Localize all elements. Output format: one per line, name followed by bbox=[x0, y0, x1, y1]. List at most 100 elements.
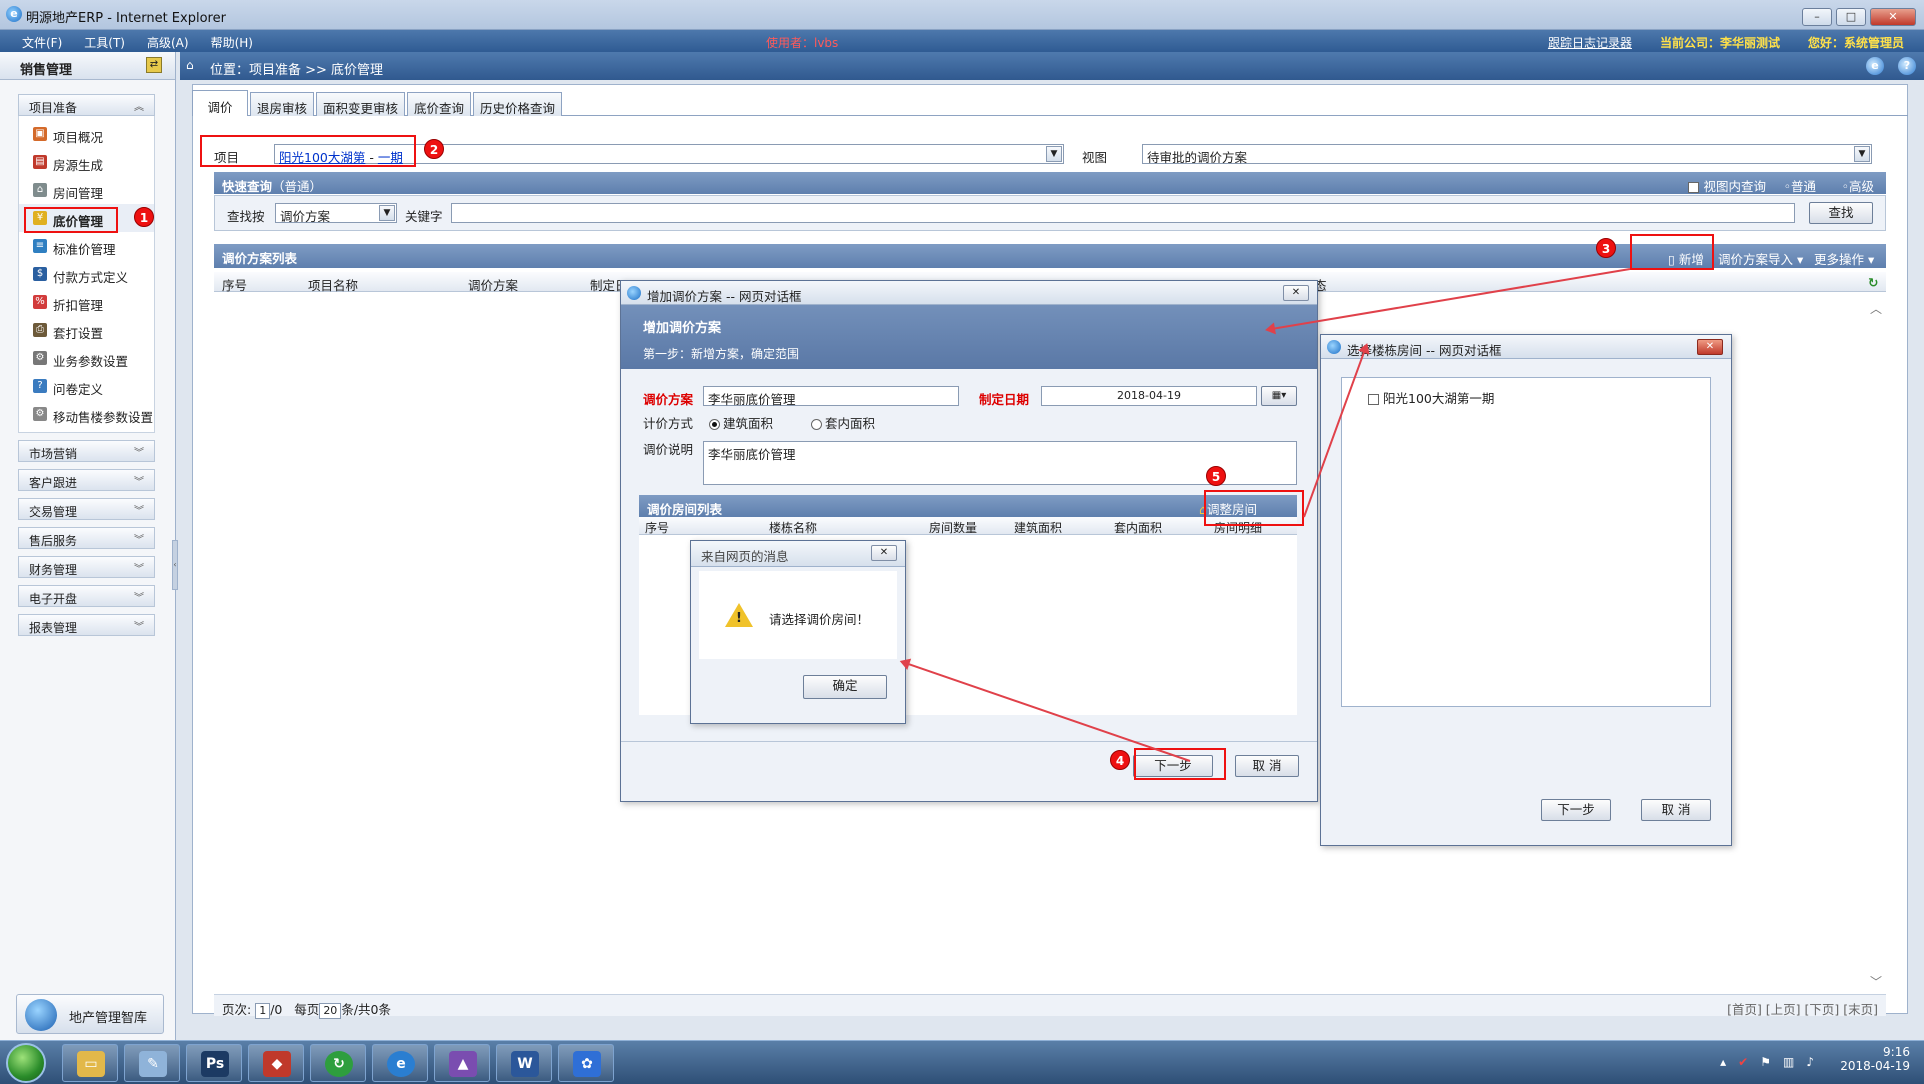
calendar-icon[interactable]: ▦▾ bbox=[1261, 386, 1297, 406]
import-plan-button[interactable]: 调价方案导入 ▾ bbox=[1718, 249, 1803, 268]
import-plan-label: 调价方案导入 bbox=[1718, 252, 1794, 267]
clock-date: 2018-04-19 bbox=[1840, 1059, 1910, 1073]
network-icon[interactable]: ▥ bbox=[1783, 1055, 1794, 1069]
tray-app-icon[interactable]: ✔ bbox=[1738, 1055, 1748, 1069]
per-page-input[interactable]: 20 bbox=[319, 1002, 342, 1019]
sidebar-group-marketing[interactable]: 市场营销 ︾ bbox=[18, 440, 155, 462]
chevron-down-icon[interactable]: ▼ bbox=[379, 205, 395, 221]
calc-option-building-area[interactable]: 建筑面积 bbox=[709, 413, 773, 432]
menu-help[interactable]: 帮助(H) bbox=[211, 34, 253, 51]
chevron-down-icon[interactable]: ▼ bbox=[1046, 146, 1062, 162]
plan-date-input[interactable]: 2018-04-19 bbox=[1041, 386, 1257, 406]
module-switch-icon[interactable]: ⇄ bbox=[146, 57, 162, 73]
sidebar-group-after-sales[interactable]: 售后服务 ︾ bbox=[18, 527, 155, 549]
start-button[interactable] bbox=[6, 1043, 46, 1083]
per-page-suffix: 条/共0条 bbox=[341, 1002, 391, 1017]
taskbar-baidu[interactable]: ✿ bbox=[558, 1044, 614, 1082]
close-icon[interactable]: ✕ bbox=[1283, 285, 1309, 301]
house-icon: ⌂ bbox=[33, 183, 47, 197]
sidebar-group-finance[interactable]: 财务管理 ︾ bbox=[18, 556, 155, 578]
chevron-down-icon[interactable]: ▼ bbox=[1854, 146, 1870, 162]
quick-search-title: 快速查询 bbox=[222, 179, 273, 194]
menu-file[interactable]: 文件(F) bbox=[22, 34, 62, 51]
sidebar-item-project-overview[interactable]: ▣ 项目概况 bbox=[19, 120, 154, 148]
menu-advanced[interactable]: 高级(A) bbox=[147, 34, 189, 51]
maximize-button[interactable]: □ bbox=[1836, 8, 1866, 26]
close-window-button[interactable]: ✕ bbox=[1870, 8, 1916, 26]
plan-name-input[interactable]: 李华丽底价管理 bbox=[703, 386, 959, 407]
refresh-list-icon[interactable]: ↻ bbox=[1868, 275, 1878, 290]
room-list-title: 调价房间列表 bbox=[647, 502, 723, 517]
current-company[interactable]: 当前公司：李华丽测试 bbox=[1660, 34, 1780, 51]
sidebar-item-room-manage[interactable]: ⌂ 房间管理 bbox=[19, 176, 154, 204]
sidebar-item-mobile-params[interactable]: ⚙ 移动售楼参数设置 bbox=[19, 400, 154, 428]
search-button[interactable]: 查找 bbox=[1809, 202, 1873, 224]
tray-flag-icon[interactable]: ⚑ bbox=[1760, 1055, 1771, 1069]
pager-nav[interactable]: [首页] [上页] [下页] [末页] bbox=[1727, 999, 1878, 1018]
close-icon[interactable]: ✕ bbox=[871, 545, 897, 561]
clock[interactable]: 9:16 2018-04-19 bbox=[1840, 1045, 1910, 1073]
keyword-input[interactable] bbox=[451, 203, 1795, 223]
tab-history-price-query[interactable]: 历史价格查询 bbox=[473, 92, 563, 116]
in-view-label: 视图内查询 bbox=[1703, 179, 1766, 194]
sidebar-group-project-prep[interactable]: 项目准备 ︽ bbox=[18, 94, 155, 116]
select-cancel-button[interactable]: 取 消 bbox=[1641, 799, 1711, 821]
globe-icon bbox=[25, 999, 57, 1031]
sidebar-splitter[interactable]: ‹ bbox=[172, 540, 178, 590]
taskbar-app4[interactable]: ◆ bbox=[248, 1044, 304, 1082]
normal-mode-option[interactable]: ◦普通 bbox=[1784, 176, 1816, 195]
volume-icon[interactable]: ♪ bbox=[1806, 1055, 1814, 1069]
trace-log-link[interactable]: 跟踪日志记录器 bbox=[1548, 34, 1632, 51]
taskbar-app7[interactable]: ▲ bbox=[434, 1044, 490, 1082]
sidebar-item-standard-price[interactable]: ≡ 标准价管理 bbox=[19, 232, 154, 260]
sidebar-item-room-generate[interactable]: ▤ 房源生成 bbox=[19, 148, 154, 176]
taskbar-word[interactable]: W bbox=[496, 1044, 552, 1082]
taskbar-paint[interactable]: ✎ bbox=[124, 1044, 180, 1082]
minimize-button[interactable]: – bbox=[1802, 8, 1832, 26]
select-next-button[interactable]: 下一步 bbox=[1541, 799, 1611, 821]
advanced-mode-option[interactable]: ◦高级 bbox=[1842, 176, 1874, 195]
more-actions-button[interactable]: 更多操作 ▾ bbox=[1814, 249, 1874, 268]
close-icon[interactable]: ✕ bbox=[1697, 339, 1723, 355]
ok-button[interactable]: 确定 bbox=[803, 675, 887, 699]
tab-refund-audit[interactable]: 退房审核 bbox=[250, 92, 315, 116]
sidebar-header: 销售管理 ⇄ bbox=[0, 52, 175, 80]
taskbar-app5[interactable]: ↻ bbox=[310, 1044, 366, 1082]
tray-up-icon[interactable]: ▴ bbox=[1720, 1055, 1726, 1069]
sidebar-group-trade[interactable]: 交易管理 ︾ bbox=[18, 498, 155, 520]
chevron-down-icon: ︾ bbox=[134, 506, 144, 517]
project-icon: ▣ bbox=[33, 127, 47, 141]
home-icon[interactable]: ⌂ bbox=[186, 58, 202, 72]
tab-area-change-audit[interactable]: 面积变更审核 bbox=[316, 92, 406, 116]
sidebar-group-e-opening[interactable]: 电子开盘 ︾ bbox=[18, 585, 155, 607]
scroll-down-icon[interactable]: ﹀ bbox=[1870, 973, 1882, 990]
menu-tools[interactable]: 工具(T) bbox=[84, 34, 125, 51]
cancel-button[interactable]: 取 消 bbox=[1235, 755, 1299, 777]
calc-option-inner-area[interactable]: 套内面积 bbox=[811, 413, 875, 432]
tab-adjust-price[interactable]: 调价 bbox=[192, 90, 248, 116]
keyword-label: 关键字 bbox=[405, 209, 443, 224]
sidebar-group-reports[interactable]: 报表管理 ︾ bbox=[18, 614, 155, 636]
sidebar-item-print-setup[interactable]: ⎙ 套打设置 bbox=[19, 316, 154, 344]
knowledge-base-button[interactable]: 地产管理智库 bbox=[16, 994, 164, 1034]
taskbar-ie[interactable]: e bbox=[372, 1044, 428, 1082]
refresh-icon[interactable]: e bbox=[1866, 57, 1884, 75]
sidebar-item-business-params[interactable]: ⚙ 业务参数设置 bbox=[19, 344, 154, 372]
annotation-2: 2 bbox=[424, 139, 444, 159]
taskbar-explorer[interactable]: ▭ bbox=[62, 1044, 118, 1082]
taskbar-photoshop[interactable]: Ps bbox=[186, 1044, 242, 1082]
list-scrollbar[interactable]: ︿ ﹀ bbox=[1868, 300, 1884, 990]
tree-item-building[interactable]: 阳光100大湖第一期 bbox=[1368, 388, 1494, 407]
scroll-up-icon[interactable]: ︿ bbox=[1870, 300, 1882, 317]
sidebar-group-customer[interactable]: 客户跟进 ︾ bbox=[18, 469, 155, 491]
sidebar-item-payment-method[interactable]: $ 付款方式定义 bbox=[19, 260, 154, 288]
sidebar-item-survey[interactable]: ? 问卷定义 bbox=[19, 372, 154, 400]
sidebar-item-discount[interactable]: % 折扣管理 bbox=[19, 288, 154, 316]
tab-base-price-query[interactable]: 底价查询 bbox=[407, 92, 472, 116]
find-by-select[interactable]: 调价方案 ▼ bbox=[275, 203, 397, 224]
in-view-checkbox[interactable]: ✓ 视图内查询 bbox=[1688, 176, 1766, 195]
page-label: 页次: bbox=[222, 1002, 252, 1017]
page-input[interactable]: 1 bbox=[255, 1002, 271, 1019]
help-icon[interactable]: ? bbox=[1898, 57, 1916, 75]
view-select[interactable]: 待审批的调价方案 ▼ bbox=[1142, 144, 1872, 165]
